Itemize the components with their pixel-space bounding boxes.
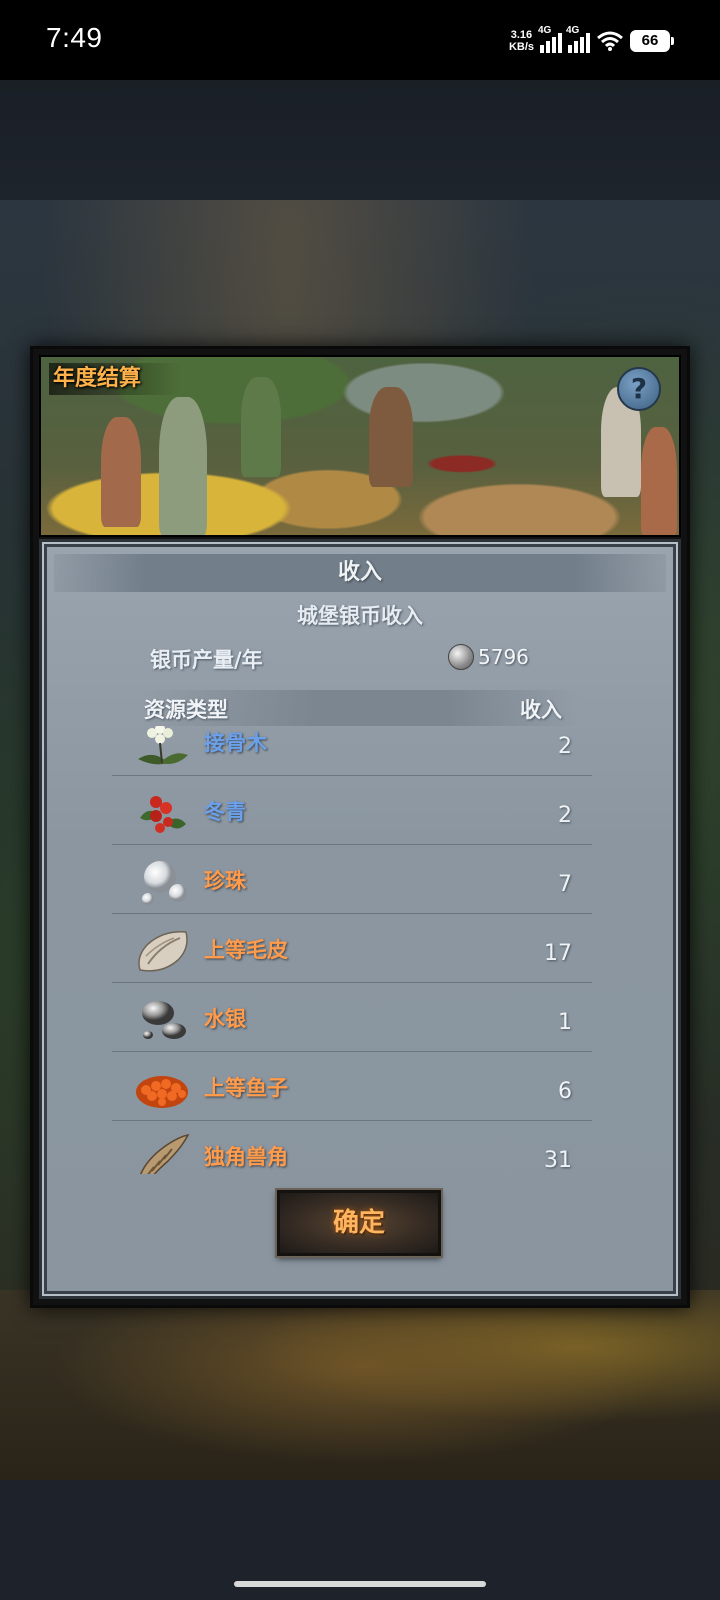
villager-figure — [369, 387, 413, 487]
villager-figure — [241, 377, 281, 477]
item-value: 1 — [558, 1010, 572, 1035]
item-name: 上等毛皮 — [204, 938, 288, 962]
list-item: 水银 1 — [112, 983, 592, 1052]
item-name: 珍珠 — [204, 869, 246, 893]
confirm-button[interactable]: 确定 — [277, 1190, 441, 1256]
screen: 7:49 3.16 KB/s 4G 4G 66 年度结算 ? 收入 城堡银币收入… — [0, 0, 720, 1600]
list-item: 上等毛皮 17 — [112, 914, 592, 983]
pearl-icon — [142, 861, 187, 905]
list-item: 珍珠 7 — [112, 845, 592, 914]
item-value: 6 — [558, 1079, 572, 1104]
list-item: 冬青 2 — [112, 776, 592, 845]
subtitle: 城堡银币收入 — [297, 604, 423, 628]
list-item: 独角兽角 31 — [112, 1121, 592, 1174]
unicorn-horn-icon — [140, 1133, 190, 1174]
home-indicator[interactable] — [234, 1581, 486, 1587]
mercury-icon — [142, 1001, 186, 1039]
help-button[interactable]: ? — [617, 367, 661, 411]
status-bar: 7:49 3.16 KB/s 4G 4G 66 — [0, 0, 720, 80]
item-value: 17 — [544, 941, 572, 966]
coin-output-value: 5796 — [448, 644, 529, 670]
harvest-banner-art: 年度结算 ? — [39, 355, 681, 537]
dialog-title: 年度结算 — [49, 363, 182, 395]
resource-list[interactable]: 接骨木 2 冬青 2 珍珠 7 上等毛皮 17 水银 1 上等鱼子 6 独角兽角… — [112, 726, 612, 1174]
signal-icon: 4G — [538, 25, 562, 53]
status-time: 7:49 — [46, 22, 103, 53]
item-value: 2 — [558, 734, 572, 759]
background-crowd-art — [0, 1290, 720, 1480]
villager-figure — [641, 427, 677, 535]
coin-output-label: 银币产量/年 — [150, 648, 263, 672]
caviar-icon — [136, 1076, 188, 1108]
list-item: 上等鱼子 6 — [112, 1052, 592, 1121]
section-header: 收入 — [54, 554, 666, 592]
battery-icon: 66 — [630, 30, 674, 52]
item-name: 上等鱼子 — [204, 1076, 288, 1100]
signal-icon-2: 4G — [566, 25, 590, 53]
income-panel: 收入 城堡银币收入 银币产量/年 5796 资源类型 收入 接骨木 2 冬青 2… — [39, 539, 681, 1299]
wifi-icon — [597, 31, 623, 51]
fur-icon — [138, 931, 188, 972]
net-speed: 3.16 KB/s — [508, 29, 534, 53]
holly-icon — [140, 796, 186, 833]
item-value: 2 — [558, 803, 572, 828]
item-name: 冬青 — [204, 800, 246, 824]
item-name: 独角兽角 — [204, 1145, 288, 1169]
list-item: 接骨木 2 — [112, 726, 592, 776]
item-name: 水银 — [204, 1007, 246, 1031]
item-value: 7 — [558, 872, 572, 897]
item-value: 31 — [544, 1148, 572, 1173]
column-header-income: 收入 — [520, 698, 562, 722]
background-top — [0, 80, 720, 200]
status-icons: 3.16 KB/s 4G 4G 66 — [508, 24, 674, 58]
villager-figure — [159, 397, 207, 535]
silver-coin-icon — [448, 644, 474, 670]
annual-settlement-dialog: 年度结算 ? 收入 城堡银币收入 银币产量/年 5796 资源类型 收入 接骨木… — [30, 346, 690, 1308]
item-name: 接骨木 — [204, 731, 267, 755]
elderberry-icon — [138, 726, 188, 765]
column-header-type: 资源类型 — [144, 698, 228, 722]
villager-figure — [101, 417, 141, 527]
